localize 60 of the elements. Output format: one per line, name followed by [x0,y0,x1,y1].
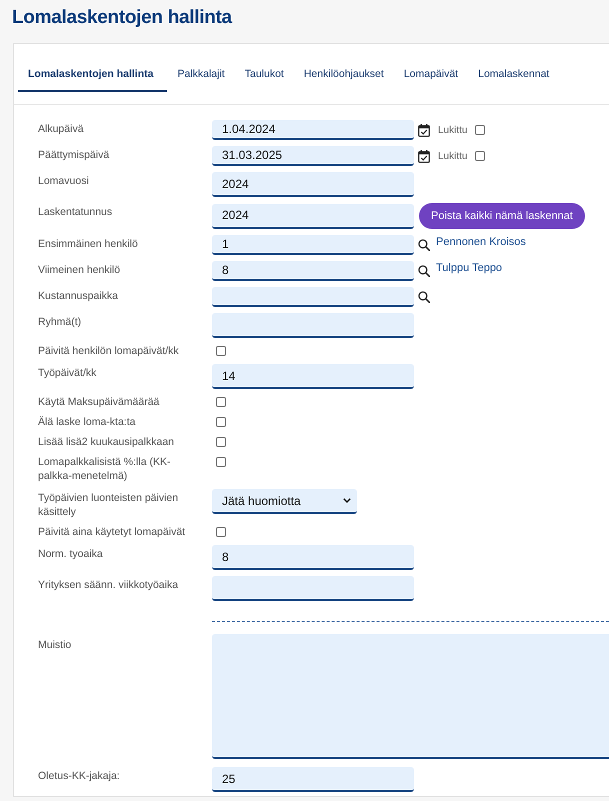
calendar-icon[interactable] [418,150,430,162]
tab[interactable]: Lomapäivät [394,58,468,92]
page-title: Lomalaskentojen hallinta [11,6,234,30]
locked-checkbox[interactable] [475,125,486,135]
tab[interactable]: Lomalaskentojen hallinta [18,58,168,92]
text-field[interactable]: 8 [212,261,414,281]
tab[interactable]: Henkilöohjaukset [294,58,394,92]
checkbox[interactable] [216,457,226,467]
locked-checkbox[interactable] [475,151,486,161]
field-label: Ensimmäinen henkilö [38,237,139,251]
search-icon[interactable] [418,265,430,277]
checkbox[interactable] [216,527,226,537]
field-label: Kustannuspaikka [38,289,119,303]
field-label: Lomavuosi [38,174,90,188]
field-label: Päivitä henkilön lomapäivät/kk [38,344,180,358]
checkbox[interactable] [216,417,226,427]
text-field[interactable] [212,313,414,338]
chevron-down-icon [343,498,351,503]
tab[interactable]: Lomalaskennat [468,58,560,92]
field-label: Muistio [38,638,72,652]
delete-all-button[interactable]: Poista kaikki nämä laskennat [419,203,585,229]
field-label: Ryhmä(t) [38,315,82,329]
person-link[interactable]: Tulppu Teppo [436,261,502,275]
tab[interactable]: Taulukot [234,58,294,92]
field-label: Laskentatunnus [38,205,114,219]
text-field[interactable]: 25 [212,767,414,792]
tab[interactable]: Palkkalajit [167,58,235,92]
field-label: Norm. tyoaika [38,547,104,561]
field-label: Työpäivien luonteisten päivien käsittely [38,491,180,519]
field-label: Päivitä aina käytetyt lomapäivät [38,525,186,539]
text-field[interactable]: 14 [212,364,414,389]
dropdown[interactable]: Jätä huomiotta [212,489,357,514]
field-label: Käytä Maksupäivämäärää [38,395,160,409]
field-label: Lisää lisä2 kuukausipalkkaan [38,435,176,449]
field-label: Yrityksen säänn. viikkotyöaika [38,578,180,592]
text-field[interactable] [212,576,414,601]
checkbox[interactable] [216,346,226,356]
search-icon[interactable] [418,239,430,251]
field-label: Älä laske loma-kta:ta [38,415,136,429]
field-label: Työpäivät/kk [38,366,98,380]
person-link[interactable]: Pennonen Kroisos [436,235,526,249]
text-field[interactable]: 8 [212,545,414,570]
locked-label: Lukittu [438,124,468,136]
field-label: Päättymispäivä [38,148,110,162]
locked-label: Lukittu [438,150,468,162]
text-field[interactable]: 2024 [212,172,414,197]
field-label: Oletus-KK-jakaja: [38,769,121,783]
search-icon[interactable] [418,291,430,303]
field-label: Lomapalkkalisistä %:lla (KK-palkka-menetelmä) [38,455,172,483]
date-field[interactable]: 31.03.2025 [212,146,414,166]
checkbox[interactable] [216,437,226,447]
text-field[interactable] [212,287,414,307]
notes-field[interactable] [212,634,609,759]
date-field[interactable]: 1.04.2024 [212,120,414,140]
text-field[interactable]: 2024 [212,204,414,228]
checkbox[interactable] [216,397,226,407]
calendar-icon[interactable] [418,124,430,136]
text-field[interactable]: 1 [212,235,414,255]
field-label: Alkupäivä [38,122,85,136]
field-label: Viimeinen henkilö [38,263,122,277]
